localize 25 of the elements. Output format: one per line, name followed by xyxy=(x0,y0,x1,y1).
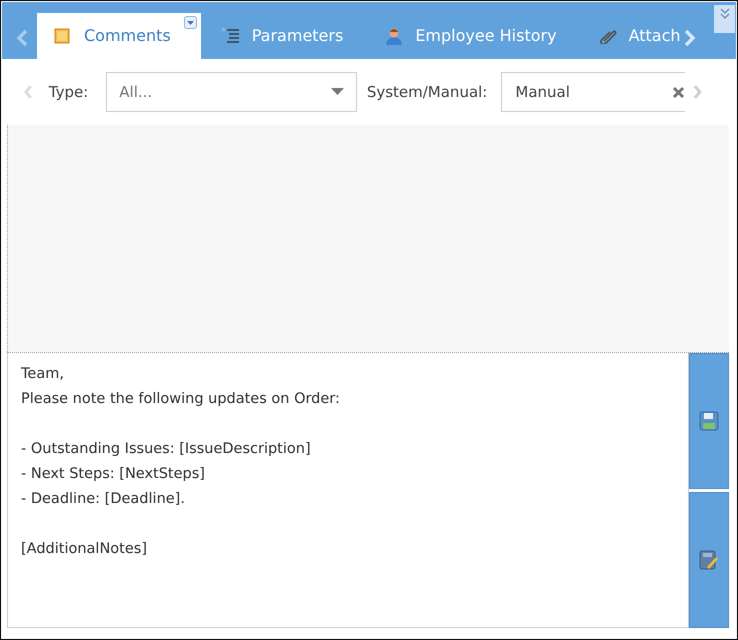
system-manual-label: System/Manual: xyxy=(366,82,488,103)
double-chevron-down-icon xyxy=(718,8,730,20)
tab[interactable]: Employee History xyxy=(364,13,578,59)
scroll-right-icon[interactable] xyxy=(684,29,696,47)
tab-menu-button[interactable] xyxy=(184,16,197,29)
paperclip-icon xyxy=(598,28,617,44)
notebook-pencil-icon xyxy=(699,550,719,570)
type-dropdown[interactable]: All... xyxy=(106,72,357,112)
scroll-left-icon[interactable] xyxy=(16,29,28,47)
list-icon xyxy=(222,28,240,44)
tab[interactable]: Attach xyxy=(578,13,702,59)
type-label: Type: xyxy=(48,82,88,103)
edit-button[interactable] xyxy=(689,492,729,628)
clear-icon[interactable] xyxy=(672,86,686,98)
collapse-button[interactable] xyxy=(714,5,735,33)
tab[interactable]: Parameters xyxy=(200,13,364,59)
note-icon xyxy=(54,28,70,44)
system-manual-field[interactable]: Manual xyxy=(501,72,686,112)
person-icon xyxy=(385,27,404,45)
dropdown-arrow-icon xyxy=(186,20,194,24)
scroll-left-icon[interactable] xyxy=(23,84,33,100)
save-button[interactable] xyxy=(689,353,729,489)
dropdown-arrow-icon xyxy=(330,88,344,96)
scroll-right-icon[interactable] xyxy=(693,84,703,100)
tab[interactable]: Comments xyxy=(37,13,201,59)
